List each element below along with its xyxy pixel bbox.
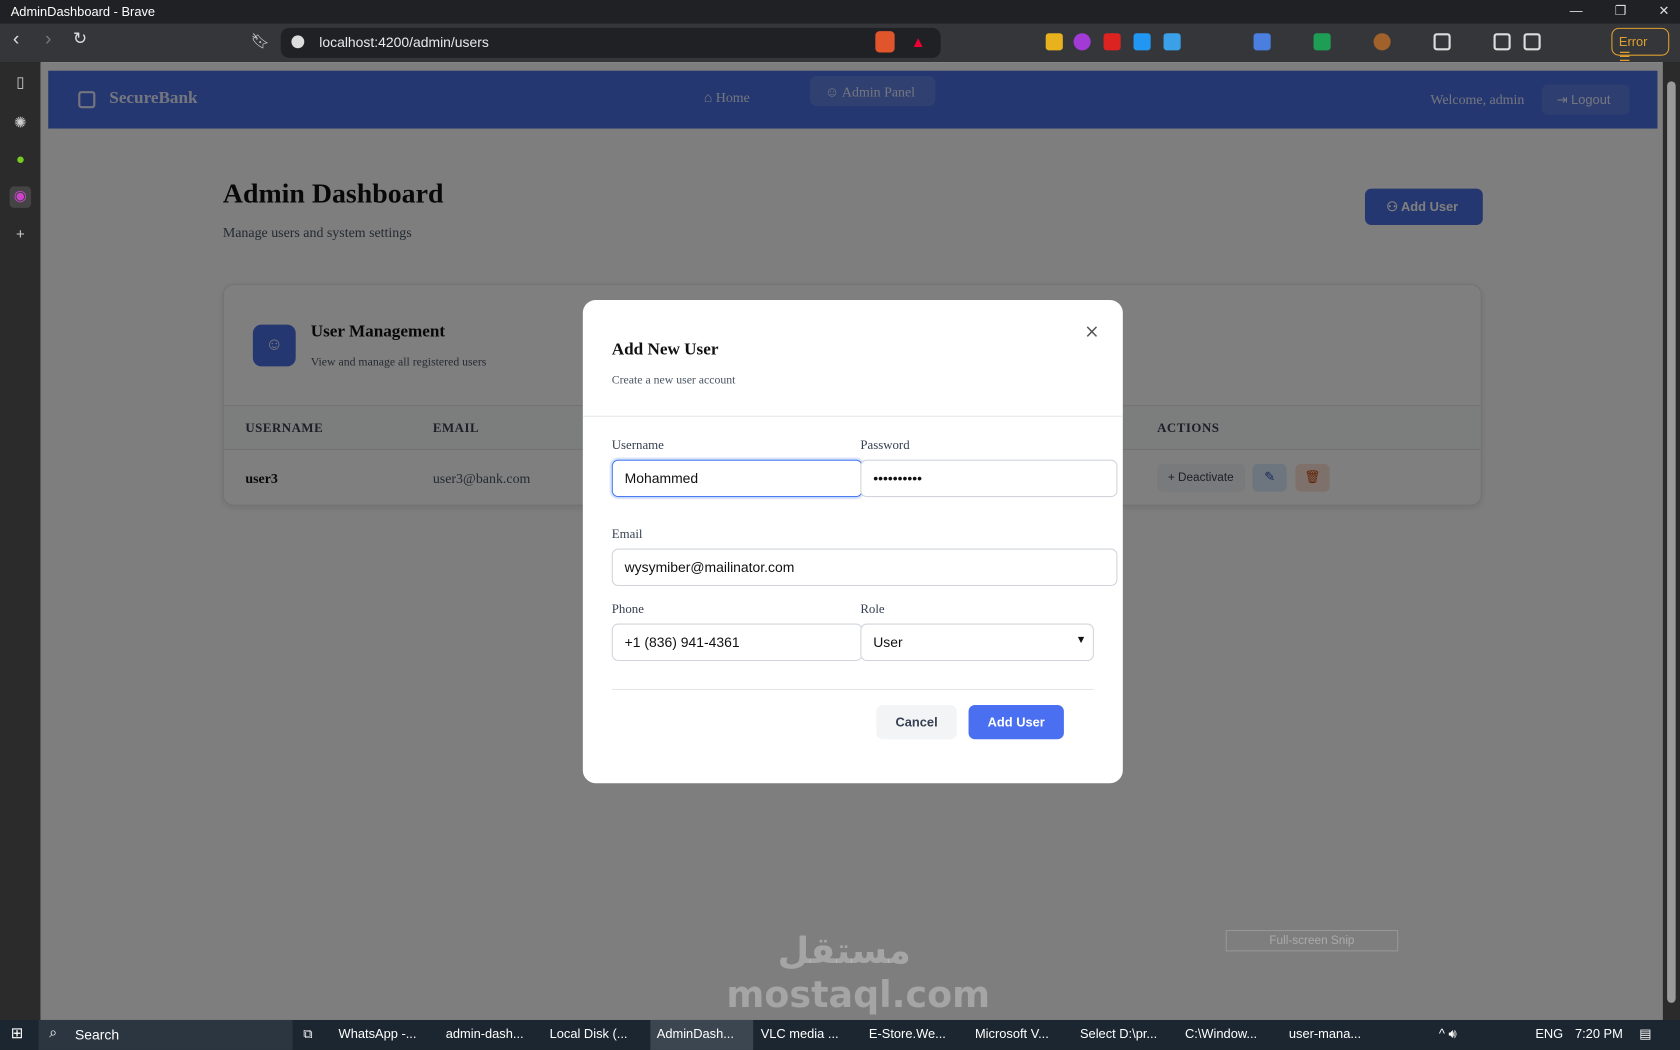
brave-rewards-icon[interactable]: ▲ bbox=[911, 33, 926, 50]
window-titlebar: AdminDashboard - Brave — ❐ ✕ bbox=[0, 0, 1680, 24]
taskbar-app[interactable]: admin-dash... bbox=[446, 1020, 524, 1050]
clock[interactable]: 7:20 PM bbox=[1575, 1020, 1623, 1050]
cancel-button[interactable]: Cancel bbox=[876, 704, 957, 740]
taskbar-app[interactable]: Local Disk (... bbox=[550, 1020, 628, 1050]
extension-icon[interactable] bbox=[1163, 33, 1181, 51]
search-label: Search bbox=[74, 1026, 120, 1043]
browser-toolbar: ‹ › ↻ 🔖︎ localhost:4200/admin/users ▲ Er… bbox=[0, 23, 1680, 64]
phone-label: Phone bbox=[611, 601, 644, 617]
cookie-extension-icon[interactable] bbox=[1373, 33, 1391, 51]
taskbar-app[interactable]: Select D:\pr... bbox=[1080, 1020, 1157, 1050]
reload-icon[interactable]: ↻ bbox=[73, 28, 87, 49]
scroll-thumb[interactable] bbox=[1667, 81, 1676, 1003]
taskbar-app[interactable]: C:\Window... bbox=[1185, 1020, 1257, 1050]
error-label: Error bbox=[1618, 34, 1648, 50]
language-indicator[interactable]: ENG bbox=[1535, 1020, 1563, 1050]
site-info-icon[interactable] bbox=[291, 35, 305, 49]
taskbar-app[interactable]: VLC media ... bbox=[761, 1020, 839, 1050]
extension-icon[interactable] bbox=[1313, 33, 1331, 51]
bookmark-icon[interactable]: 🔖︎ bbox=[251, 32, 270, 50]
window-title: AdminDashboard - Brave bbox=[10, 4, 156, 20]
address-bar[interactable]: localhost:4200/admin/users ▲ bbox=[280, 27, 941, 58]
taskbar-search[interactable]: ⌕ Search bbox=[38, 1019, 293, 1050]
chevron-down-icon: ▼ bbox=[1075, 634, 1087, 647]
back-icon[interactable]: ‹ bbox=[13, 28, 19, 50]
modal-title: Add New User bbox=[611, 340, 719, 359]
snip-tooltip: Full-screen Snip bbox=[1225, 929, 1399, 952]
taskbar-app[interactable]: Microsoft V... bbox=[975, 1020, 1049, 1050]
email-input[interactable]: wysymiber@mailinator.com bbox=[611, 548, 1118, 587]
close-icon[interactable]: × bbox=[1084, 321, 1099, 342]
extension-icon[interactable] bbox=[1103, 33, 1121, 51]
globe-icon[interactable]: ● bbox=[10, 150, 31, 171]
password-input[interactable]: •••••••••• bbox=[860, 459, 1118, 498]
page-scrollbar[interactable] bbox=[1662, 62, 1680, 1020]
forward-icon[interactable]: › bbox=[45, 28, 51, 50]
notifications-icon[interactable]: ▤ bbox=[1639, 1020, 1651, 1050]
role-label: Role bbox=[860, 601, 885, 617]
watermark: مستقل mostaql.com bbox=[726, 929, 991, 1017]
divider bbox=[611, 688, 1094, 690]
minimize-icon[interactable]: — bbox=[1570, 3, 1583, 18]
extension-icon[interactable] bbox=[1073, 33, 1091, 51]
extensions-puzzle-icon[interactable] bbox=[1433, 33, 1451, 51]
app-icon[interactable]: ◉ bbox=[9, 186, 32, 208]
add-user-modal: × Add New User Create a new user account… bbox=[582, 299, 1123, 784]
modal-subtitle: Create a new user account bbox=[611, 373, 736, 387]
windows-taskbar: ⊞ ⌕ Search ⧉ WhatsApp -... admin-dash... … bbox=[0, 1019, 1680, 1050]
add-panel-icon[interactable]: + bbox=[10, 225, 31, 246]
sidebar-toggle-icon[interactable] bbox=[1493, 33, 1511, 51]
windows-start-icon[interactable]: ⊞ bbox=[11, 1020, 24, 1050]
role-value: User bbox=[873, 634, 903, 651]
phone-input[interactable]: +1 (836) 941-4361 bbox=[611, 623, 863, 662]
error-menu-button[interactable]: Error ☰ bbox=[1611, 27, 1670, 64]
restore-icon[interactable]: ❐ bbox=[1615, 3, 1627, 18]
extension-icon[interactable] bbox=[1253, 33, 1271, 51]
taskbar-app[interactable]: E-Store.We... bbox=[869, 1020, 946, 1050]
brave-shields-icon[interactable] bbox=[875, 31, 895, 53]
browser-sidebar: ▯ ✺ ● ◉ + bbox=[0, 62, 41, 1020]
username-input[interactable]: Mohammed bbox=[611, 459, 863, 498]
password-label: Password bbox=[860, 437, 910, 453]
divider bbox=[582, 415, 1123, 417]
taskbar-app[interactable]: WhatsApp -... bbox=[339, 1020, 417, 1050]
sidebar-panel-icon[interactable]: ▯ bbox=[10, 73, 31, 94]
extension-lock-icon[interactable] bbox=[1045, 33, 1063, 51]
tray-icons[interactable]: ^ 🔊︎ bbox=[1439, 1020, 1457, 1050]
task-view-icon[interactable]: ⧉ bbox=[303, 1020, 312, 1050]
close-window-icon[interactable]: ✕ bbox=[1658, 3, 1669, 18]
taskbar-app-active[interactable]: AdminDash... bbox=[650, 1019, 754, 1050]
email-label: Email bbox=[611, 526, 643, 542]
taskbar-app[interactable]: user-mana... bbox=[1289, 1020, 1361, 1050]
submit-add-user-button[interactable]: Add User bbox=[968, 704, 1064, 740]
download-extension-icon[interactable] bbox=[1133, 33, 1151, 51]
search-icon: ⌕ bbox=[49, 1024, 58, 1041]
chatgpt-icon[interactable]: ✺ bbox=[10, 114, 31, 135]
wallet-icon[interactable] bbox=[1523, 33, 1541, 51]
url-text: localhost:4200/admin/users bbox=[319, 34, 489, 51]
username-label: Username bbox=[611, 437, 664, 453]
role-select[interactable]: User ▼ bbox=[860, 623, 1094, 662]
